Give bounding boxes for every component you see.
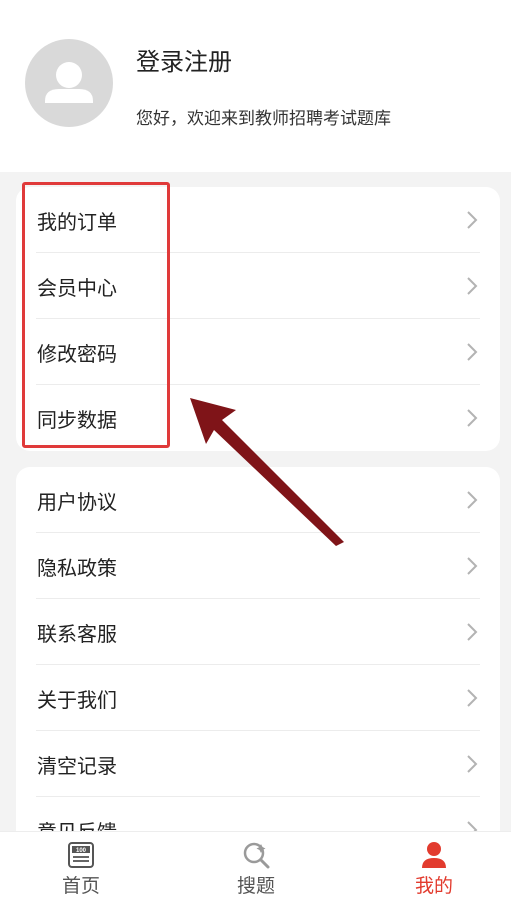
login-register-link[interactable]: 登录注册 — [136, 42, 232, 77]
menu-item-user-agreement[interactable]: 用户协议 — [16, 467, 500, 533]
menu-item-contact-service[interactable]: 联系客服 — [16, 599, 500, 665]
menu-item-about-us[interactable]: 关于我们 — [16, 665, 500, 731]
menu-item-label: 关于我们 — [37, 688, 117, 712]
user-avatar-icon — [45, 62, 93, 103]
chevron-right-icon — [467, 689, 478, 707]
chevron-right-icon — [467, 409, 478, 427]
avatar[interactable] — [25, 39, 113, 127]
menu-item-label: 隐私政策 — [37, 556, 117, 580]
tab-search[interactable]: 搜题 — [196, 832, 316, 898]
chevron-right-icon — [467, 557, 478, 575]
menu-item-privacy-policy[interactable]: 隐私政策 — [16, 533, 500, 599]
tab-label: 我的 — [414, 875, 453, 897]
chevron-right-icon — [467, 277, 478, 295]
menu-item-label: 清空记录 — [37, 754, 117, 778]
menu-item-clear-records[interactable]: 清空记录 — [16, 731, 500, 797]
exam-book-icon: 100 — [68, 842, 94, 868]
highlight-annotation-box — [22, 182, 170, 448]
tab-label: 首页 — [61, 875, 100, 897]
tab-label: 搜题 — [236, 875, 275, 897]
tab-mine[interactable]: 我的 — [374, 832, 494, 898]
chevron-right-icon — [467, 491, 478, 509]
chevron-right-icon — [467, 755, 478, 773]
welcome-text: 您好，欢迎来到教师招聘考试题库 — [136, 109, 391, 129]
tab-home[interactable]: 100 首页 — [21, 832, 141, 898]
svg-text:100: 100 — [76, 848, 87, 854]
search-question-icon — [243, 842, 270, 869]
profile-header: 登录注册 您好，欢迎来到教师招聘考试题库 — [0, 0, 511, 172]
bottom-tab-bar: 100 首页 搜题 我的 — [0, 831, 511, 898]
user-icon — [422, 842, 446, 868]
chevron-right-icon — [467, 343, 478, 361]
chevron-right-icon — [467, 211, 478, 229]
menu-item-label: 用户协议 — [37, 490, 117, 514]
info-menu-card: 用户协议 隐私政策 联系客服 关于我们 清空记录 意见反馈 — [16, 467, 500, 847]
chevron-right-icon — [467, 623, 478, 641]
menu-item-label: 联系客服 — [37, 622, 117, 646]
